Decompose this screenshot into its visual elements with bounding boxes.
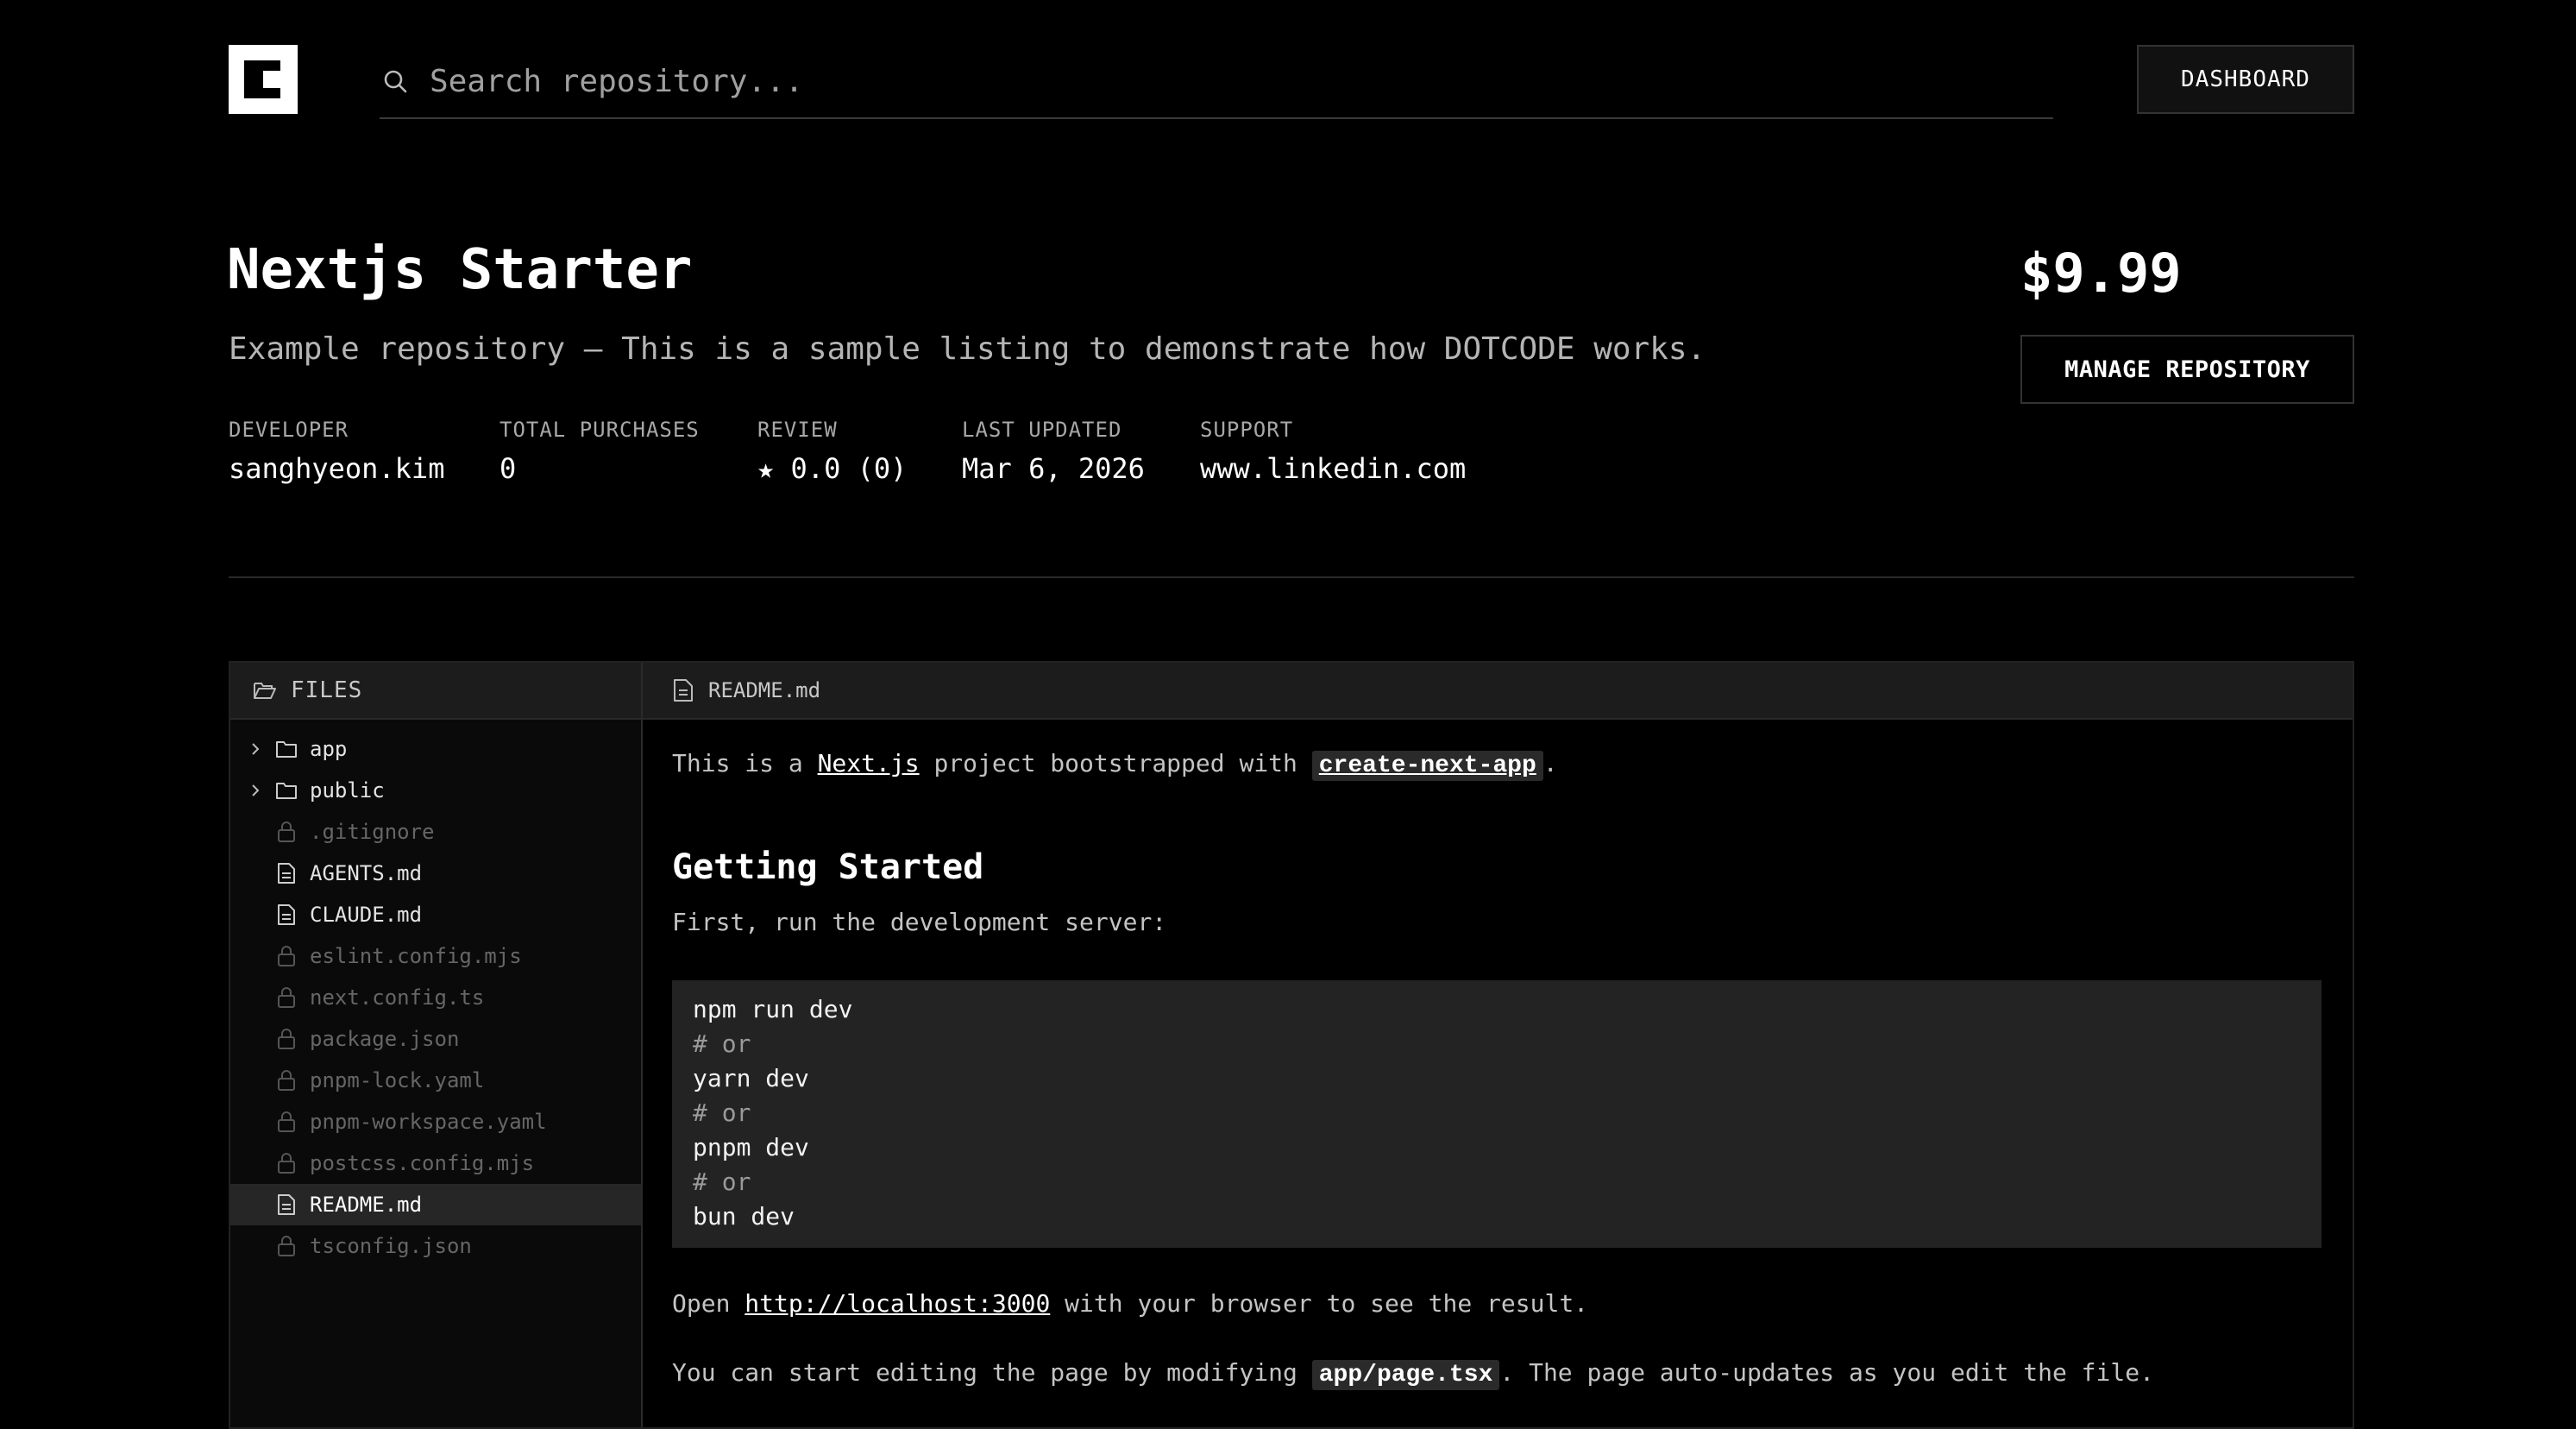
meta-label: LAST UPDATED (962, 418, 1122, 442)
readme-edit: You can start editing the page by modify… (672, 1358, 2154, 1390)
dotcode-logo-icon[interactable] (229, 45, 298, 114)
file-name: README.md (310, 1193, 423, 1217)
lock-icon (278, 1111, 295, 1132)
chevron-right-icon (252, 743, 260, 755)
file-item[interactable]: postcss.config.mjs (230, 1143, 641, 1184)
readme-heading: Getting Started (672, 847, 984, 887)
meta-label: DEVELOPER (229, 418, 349, 442)
lock-icon (278, 822, 295, 842)
readme-tab-label: README.md (708, 678, 821, 702)
chevron-right-icon (252, 784, 260, 796)
readme-tab[interactable]: README.md (643, 663, 2353, 720)
file-item[interactable]: next.config.ts (230, 977, 641, 1018)
file-name: tsconfig.json (310, 1234, 472, 1258)
file-item[interactable]: eslint.config.mjs (230, 935, 641, 977)
lock-icon (278, 987, 295, 1008)
file-item[interactable]: pnpm-lock.yaml (230, 1060, 641, 1101)
lock-icon (278, 1029, 295, 1049)
meta-value: Mar 6, 2026 (962, 452, 1145, 485)
file-name: app (310, 737, 348, 761)
text: project bootstrapped with (919, 749, 1312, 777)
folder-item[interactable]: app (230, 728, 641, 770)
file-name: next.config.ts (310, 985, 485, 1010)
file-name: .gitignore (310, 820, 435, 844)
file-name: AGENTS.md (310, 861, 423, 885)
meta-support[interactable]: SUPPORT www.linkedin.com (1200, 418, 1466, 485)
meta-value: sanghyeon.kim (229, 452, 445, 485)
file-name: public (310, 778, 385, 803)
code-line: yarn dev (693, 1064, 809, 1092)
file-name: pnpm-lock.yaml (310, 1068, 485, 1092)
inline-code: app/page.tsx (1311, 1360, 1500, 1390)
code-line: pnpm dev (693, 1133, 809, 1161)
file-text-icon (674, 679, 693, 702)
text: . The page auto-updates as you edit the … (1499, 1358, 2154, 1387)
file-text-icon (278, 863, 295, 884)
support-link[interactable]: www.linkedin.com (1200, 452, 1466, 485)
file-name: package.json (310, 1027, 460, 1051)
code-comment: # or (693, 1099, 751, 1127)
file-tree: app public .gitignore AGENTS.md CLAUDE.md esl… (230, 720, 643, 1427)
code-comment: # or (693, 1168, 751, 1196)
files-header-label: FILES (291, 677, 363, 703)
meta-total-purchases: TOTAL PURCHASES 0 (499, 418, 700, 485)
search-icon (384, 70, 407, 93)
meta-last-updated: LAST UPDATED Mar 6, 2026 (962, 418, 1145, 485)
localhost-link[interactable]: http://localhost:3000 (745, 1289, 1050, 1318)
dashboard-button[interactable]: DASHBOARD (2137, 45, 2354, 114)
folder-item[interactable]: public (230, 770, 641, 811)
lock-icon (278, 946, 295, 966)
file-text-icon (278, 904, 295, 925)
file-item[interactable]: AGENTS.md (230, 853, 641, 894)
file-item[interactable]: CLAUDE.md (230, 894, 641, 935)
meta-review: REVIEW ★ 0.0 (0) (757, 418, 907, 485)
meta-label: SUPPORT (1200, 418, 1294, 442)
file-item[interactable]: tsconfig.json (230, 1225, 641, 1267)
file-text-icon (278, 1194, 295, 1215)
file-item[interactable]: pnpm-workspace.yaml (230, 1101, 641, 1143)
code-block: npm run dev # or yarn dev # or pnpm dev # or b… (672, 980, 2322, 1248)
file-item[interactable]: README.md (230, 1184, 641, 1225)
search-bar[interactable] (380, 45, 2053, 119)
meta-label: REVIEW (757, 418, 838, 442)
readme-intro: This is a Next.js project bootstrapped w… (672, 749, 1558, 781)
repo-description: Example repository — This is a sample li… (229, 331, 1706, 367)
create-next-app-link[interactable]: create-next-app (1311, 751, 1543, 781)
lock-icon (278, 1236, 295, 1256)
code-line: npm run dev (693, 995, 853, 1023)
section-divider (229, 576, 2354, 578)
meta-value: 0 (499, 452, 517, 485)
code-comment: # or (693, 1029, 751, 1058)
files-header: FILES (230, 663, 643, 720)
meta-label: TOTAL PURCHASES (499, 418, 700, 442)
lock-icon (278, 1070, 295, 1091)
repository-browser: FILES README.md app public .gitignore AGENT… (229, 661, 2354, 1429)
repo-title: Nextjs Starter (227, 238, 693, 302)
text: You can start editing the page by modify… (672, 1358, 1312, 1387)
lock-icon (278, 1153, 295, 1174)
meta-developer: DEVELOPER sanghyeon.kim (229, 418, 444, 485)
text: Open (672, 1289, 745, 1318)
folder-open-icon (254, 683, 276, 699)
file-name: postcss.config.mjs (310, 1151, 535, 1175)
text: This is a (672, 749, 818, 777)
readme-step: First, run the development server: (672, 908, 1167, 936)
code-line: bun dev (693, 1202, 795, 1231)
meta-value: ★ 0.0 (0) (757, 452, 908, 485)
nextjs-link[interactable]: Next.js (818, 749, 920, 777)
file-item[interactable]: .gitignore (230, 811, 641, 853)
file-name: CLAUDE.md (310, 903, 423, 927)
folder-icon (276, 783, 297, 799)
readme-open: Open http://localhost:3000 with your bro… (672, 1289, 1588, 1318)
manage-repository-button[interactable]: MANAGE REPOSITORY (2020, 335, 2354, 404)
repo-price: $9.99 (2020, 242, 2182, 305)
text: . (1542, 749, 1558, 777)
text: with your browser to see the result. (1050, 1289, 1589, 1318)
file-name: eslint.config.mjs (310, 944, 522, 968)
folder-icon (276, 741, 297, 758)
readme-content: This is a Next.js project bootstrapped w… (643, 720, 2353, 1427)
file-item[interactable]: package.json (230, 1018, 641, 1060)
search-input[interactable] (430, 63, 2053, 99)
file-name: pnpm-workspace.yaml (310, 1110, 547, 1134)
